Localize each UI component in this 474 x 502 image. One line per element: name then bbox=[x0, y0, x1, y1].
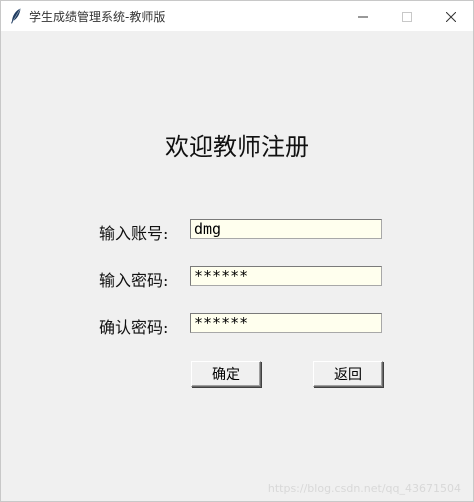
app-window: 学生成绩管理系统-教师版 欢迎教师注册 输入账号: 输入密码: 确认密码: 确定… bbox=[0, 0, 474, 502]
close-button[interactable] bbox=[429, 1, 473, 31]
back-button[interactable]: 返回 bbox=[313, 361, 383, 387]
password-input[interactable] bbox=[190, 266, 382, 286]
feather-icon bbox=[10, 8, 22, 24]
minimize-icon bbox=[358, 7, 368, 26]
registration-form: 欢迎教师注册 输入账号: 输入密码: 确认密码: 确定 返回 https://b… bbox=[1, 31, 473, 501]
page-title: 欢迎教师注册 bbox=[165, 133, 309, 161]
password-label: 输入密码: bbox=[99, 271, 169, 290]
title-bar[interactable]: 学生成绩管理系统-教师版 bbox=[1, 1, 473, 31]
minimize-button[interactable] bbox=[341, 1, 385, 31]
close-icon bbox=[445, 7, 457, 26]
window-title: 学生成绩管理系统-教师版 bbox=[29, 10, 166, 24]
maximize-icon bbox=[402, 7, 412, 26]
confirm-password-input[interactable] bbox=[190, 313, 382, 333]
account-label: 输入账号: bbox=[99, 224, 169, 243]
account-input[interactable] bbox=[190, 219, 382, 239]
maximize-button[interactable] bbox=[385, 1, 429, 31]
confirm-button[interactable]: 确定 bbox=[191, 361, 261, 387]
confirm-password-label: 确认密码: bbox=[99, 318, 169, 337]
watermark: https://blog.csdn.net/qq_43671504 bbox=[267, 482, 461, 495]
